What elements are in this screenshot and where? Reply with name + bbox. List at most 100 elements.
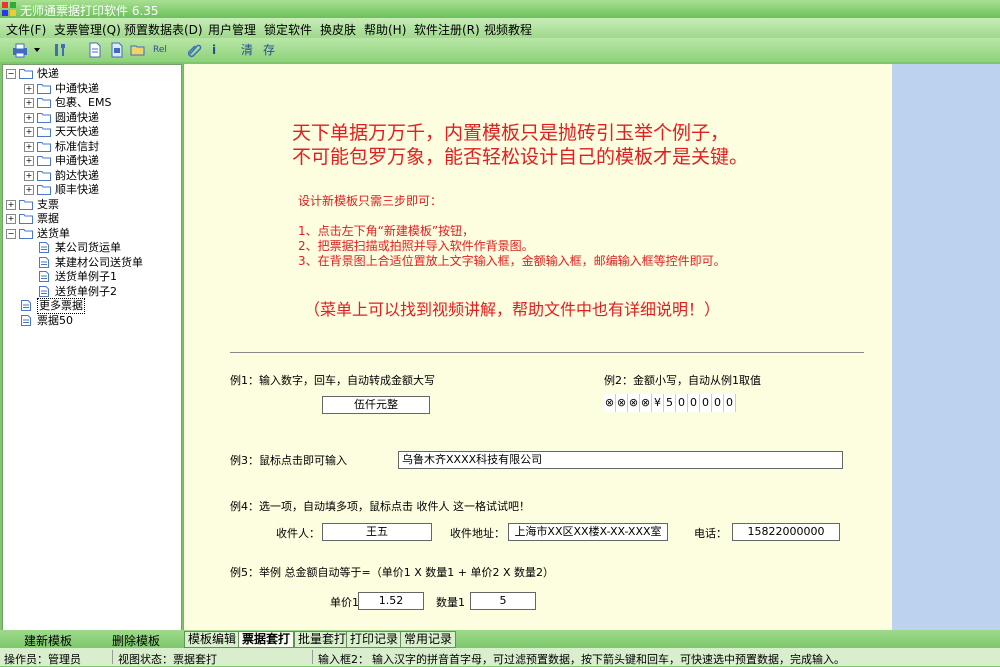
- tree-folder-node[interactable]: + 圆通快递: [3, 111, 179, 125]
- amount-lowercase-digits[interactable]: ⊗ ⊗ ⊗ ⊗ ¥5 0 0 0 0 0: [604, 394, 736, 412]
- address-label: 收件地址：: [450, 527, 505, 540]
- tree-node-label: 送货单例子2: [55, 284, 117, 298]
- tree-node-label: 顺丰快递: [55, 183, 99, 196]
- qty1-field[interactable]: 5: [470, 592, 536, 610]
- expand-icon[interactable]: +: [6, 199, 16, 210]
- tree-template-node[interactable]: 某公司货运单: [3, 241, 179, 255]
- tree-folder-node[interactable]: − 送货单: [3, 227, 179, 241]
- tree-folder-node[interactable]: + 包裹、EMS: [3, 96, 179, 110]
- tab-ticket-print[interactable]: 票据套打: [238, 631, 295, 648]
- tree-folder-node[interactable]: − 快递: [3, 67, 179, 81]
- tree-node-label: 支票: [37, 197, 59, 211]
- tree-node-label: 中通快递: [55, 81, 99, 95]
- menu-change-skin[interactable]: 换皮肤: [320, 21, 356, 38]
- new-document-icon[interactable]: [88, 42, 102, 58]
- info-button[interactable]: i: [208, 42, 220, 58]
- amount-digit-cell: ⊗: [628, 394, 640, 412]
- amount-digit-cell: 0: [676, 394, 688, 412]
- price1-field[interactable]: 1.52: [358, 592, 424, 610]
- collapse-icon[interactable]: −: [6, 69, 16, 79]
- collapse-icon[interactable]: −: [6, 228, 16, 239]
- tree-node-label: 票据: [37, 212, 59, 225]
- expand-icon[interactable]: +: [24, 141, 34, 152]
- tree-folder-node[interactable]: + 标准信封: [3, 140, 179, 154]
- receiver-label[interactable]: 收件人：: [276, 525, 320, 541]
- save-button[interactable]: 存: [262, 42, 276, 58]
- folder-icon: [37, 98, 51, 108]
- menu-file[interactable]: 文件(F): [6, 21, 46, 38]
- amount-digit-cell: 0: [712, 394, 724, 412]
- folder-icon: [37, 156, 51, 166]
- tree-template-node[interactable]: 送货单例子2: [3, 285, 179, 299]
- folder-icon: [19, 228, 33, 239]
- tree-node-label: 某公司货运单: [55, 241, 121, 254]
- expand-icon[interactable]: +: [24, 83, 34, 94]
- address-field[interactable]: 上海市XX区XX楼X-XX-XXX室: [508, 523, 668, 541]
- menu-user-manage[interactable]: 用户管理: [208, 21, 256, 38]
- tree-folder-node[interactable]: + 韵达快递: [3, 169, 179, 183]
- tree-node-label: 圆通快递: [55, 110, 99, 124]
- status-separator: [112, 650, 113, 664]
- menu-help[interactable]: 帮助(H): [364, 21, 406, 38]
- amount-digit-cell: ¥: [652, 394, 664, 412]
- expand-icon[interactable]: +: [24, 98, 34, 108]
- company-field[interactable]: 乌鲁木齐XXXX科技有限公司: [398, 451, 843, 469]
- tree-node-label: 某建材公司送货单: [55, 255, 143, 269]
- phone-label: 电话：: [694, 527, 727, 540]
- tree-template-node[interactable]: 票据50: [3, 314, 179, 328]
- folder-icon: [19, 199, 33, 210]
- tree-template-node[interactable]: 送货单例子1: [3, 270, 179, 284]
- document-icon[interactable]: [110, 42, 124, 58]
- new-template-button[interactable]: 建新模板: [24, 632, 72, 649]
- document-icon: [39, 285, 49, 297]
- chevron-down-icon[interactable]: [32, 42, 42, 58]
- tab-print-records[interactable]: 打印记录: [346, 631, 403, 648]
- expand-icon[interactable]: +: [6, 214, 16, 224]
- tools-icon[interactable]: [52, 42, 68, 58]
- menu-check-manage[interactable]: 支票管理(Q): [54, 21, 121, 38]
- menu-register[interactable]: 软件注册(R): [414, 21, 480, 38]
- tree-folder-node[interactable]: + 票据: [3, 212, 179, 226]
- delete-template-button[interactable]: 删除模板: [112, 632, 160, 649]
- amount-digit-cell: ⊗: [616, 394, 628, 412]
- tab-batch-print[interactable]: 批量套打: [294, 631, 351, 648]
- attach-icon[interactable]: [186, 42, 202, 58]
- expand-icon[interactable]: +: [24, 185, 34, 195]
- print-icon[interactable]: [10, 42, 30, 58]
- amount-uppercase-field[interactable]: 伍仟元整: [322, 396, 430, 414]
- tree-template-node[interactable]: 更多票据: [3, 298, 179, 314]
- tree-folder-node[interactable]: + 支票: [3, 198, 179, 212]
- document-icon: [39, 242, 49, 253]
- menu-lock-software[interactable]: 锁定软件: [264, 21, 312, 38]
- expand-icon[interactable]: +: [24, 127, 34, 137]
- headline-line-2: 不可能包罗万象，能否轻松设计自己的模板才是关键。: [292, 146, 749, 168]
- menu-bar: 文件(F) 支票管理(Q) 预置数据表(D) 用户管理 锁定软件 换皮肤 帮助(…: [0, 18, 1000, 38]
- clear-button[interactable]: 清: [240, 42, 254, 58]
- menu-video-tutorial[interactable]: 视频教程: [484, 21, 532, 38]
- phone-field[interactable]: 15822000000: [732, 523, 840, 541]
- tab-template-edit[interactable]: 模板编辑: [184, 631, 241, 648]
- menu-preset-data[interactable]: 预置数据表(D): [124, 21, 203, 38]
- step-3: 3、在背景图上合适位置放上文字输入框，金额输入框，邮编输入框等控件即可。: [298, 254, 726, 268]
- expand-icon[interactable]: +: [24, 112, 34, 123]
- status-separator: [312, 650, 313, 664]
- receiver-field[interactable]: 王五: [322, 523, 432, 541]
- window-title: 无师通票据打印软件 6.35: [20, 4, 159, 18]
- rel-button[interactable]: Rel: [150, 42, 170, 58]
- status-bar: 操作员：管理员 视图状态：票据套打 输入框2： 输入汉字的拼音首字母，可过滤预置…: [0, 648, 1000, 666]
- template-tree: − 快递 + 中通快递 + 包裹、EMS + 圆通快递 + 天天快递 + 标准信封 + 申通快递 + 韵达快递…: [2, 64, 182, 632]
- expand-icon[interactable]: +: [24, 170, 34, 181]
- tree-folder-node[interactable]: + 顺丰快递: [3, 183, 179, 197]
- tree-template-node[interactable]: 某建材公司送货单: [3, 256, 179, 270]
- tab-common-records[interactable]: 常用记录: [400, 631, 457, 648]
- tree-folder-node[interactable]: + 天天快递: [3, 125, 179, 139]
- open-folder-icon[interactable]: [130, 42, 146, 58]
- tree-node-label: 送货单: [37, 226, 70, 240]
- tree-node-label: 申通快递: [55, 154, 99, 167]
- tree-folder-node[interactable]: + 申通快递: [3, 154, 179, 168]
- amount-digit-cell: ⊗: [640, 394, 652, 412]
- tree-folder-node[interactable]: + 中通快递: [3, 82, 179, 96]
- expand-icon[interactable]: +: [24, 156, 34, 166]
- title-bar: 无师通票据打印软件 6.35: [0, 0, 1000, 18]
- document-icon: [21, 314, 31, 326]
